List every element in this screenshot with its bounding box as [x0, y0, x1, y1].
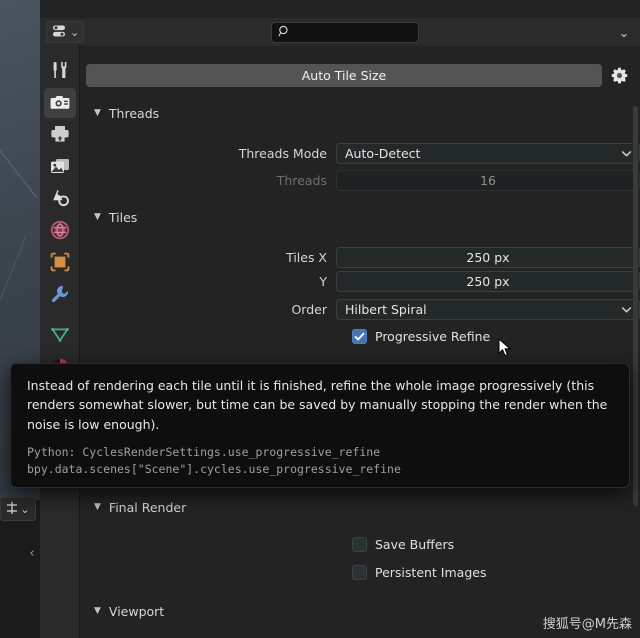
tool-icon — [50, 60, 70, 83]
number-tiles-x[interactable]: 250 px — [336, 246, 640, 268]
panel-header-tiles[interactable]: ▼ Tiles — [94, 210, 137, 225]
tab-divider — [40, 312, 79, 321]
search-icon — [278, 25, 291, 41]
value-threads-mode: Auto-Detect — [345, 145, 421, 161]
sidebar-item-object[interactable] — [44, 248, 76, 278]
checkbox-row-save-buffers[interactable]: Save Buffers — [352, 537, 454, 552]
mesh-data-icon — [50, 327, 70, 346]
sidebar-item-render[interactable] — [43, 88, 76, 118]
triangle-down-icon: ▼ — [94, 212, 101, 222]
properties-editor-icon — [52, 24, 67, 41]
chevron-down-icon — [621, 302, 632, 317]
transform-orientation-icon — [6, 501, 18, 518]
sidebar-item-world[interactable] — [44, 216, 76, 246]
label-tiles-x: Tiles X — [286, 249, 327, 265]
panel-title-final-render: Final Render — [108, 500, 187, 515]
row-tiles-y: Y 250 px — [94, 270, 640, 292]
sidebar-item-scene[interactable] — [44, 184, 76, 214]
label-save-buffers: Save Buffers — [375, 537, 455, 552]
label-tile-order: Order — [291, 301, 327, 317]
panel-title-tiles: Tiles — [108, 210, 138, 225]
row-threads-count: Threads 16 — [94, 169, 640, 191]
properties-tab-column — [40, 46, 80, 638]
number-tiles-y[interactable]: 250 px — [336, 270, 640, 292]
auto-tile-size-row: Auto Tile Size — [86, 64, 632, 87]
sidebar-item-view-layer[interactable] — [44, 152, 76, 182]
sidebar-item-tool[interactable] — [44, 56, 76, 86]
label-progressive-refine: Progressive Refine — [375, 329, 491, 344]
row-tiles-x: Tiles X 250 px — [94, 246, 640, 268]
chevron-down-icon: ⌄ — [20, 502, 30, 516]
editor-top-padding — [40, 0, 640, 18]
label-threads-mode: Threads Mode — [238, 145, 327, 161]
label-threads-count: Threads — [276, 172, 327, 188]
object-icon — [50, 252, 70, 275]
row-tile-order: Order Hilbert Spiral — [94, 298, 640, 320]
checkbox-progressive-refine[interactable] — [352, 329, 367, 344]
label-persistent-images: Persistent Images — [375, 565, 487, 580]
checkbox-row-persistent-images[interactable]: Persistent Images — [352, 565, 486, 580]
checkbox-persistent-images[interactable] — [352, 565, 367, 580]
tooltip-python-datapath: bpy.data.scenes["Scene"].cycles.use_prog… — [27, 462, 401, 477]
triangle-down-icon: ▼ — [94, 606, 101, 616]
panel-title-threads: Threads — [108, 106, 160, 121]
panel-header-final-render[interactable]: ▼ Final Render — [94, 500, 186, 515]
viewport-edge-line-secondary — [0, 235, 27, 301]
properties-editor: ⌄ ⌄ Auto Tile Size ▼ Threads Threads Mod… — [40, 0, 640, 638]
world-icon — [50, 220, 70, 243]
value-tiles-x: 250 px — [466, 249, 510, 265]
row-threads-mode: Threads Mode Auto-Detect — [94, 142, 640, 164]
checkbox-row-progressive-refine[interactable]: Progressive Refine — [352, 329, 490, 344]
value-threads-count: 16 — [480, 172, 496, 188]
panel-header-threads[interactable]: ▼ Threads — [94, 106, 159, 121]
sidebar-item-output[interactable] — [44, 120, 76, 150]
value-tile-order: Hilbert Spiral — [345, 301, 427, 317]
value-tiles-y: 250 px — [466, 273, 510, 289]
tooltip: Instead of rendering each tile until it … — [10, 363, 630, 488]
triangle-down-icon: ▼ — [94, 108, 101, 118]
header-menu-chevron[interactable]: ⌄ — [613, 22, 635, 43]
gear-icon[interactable] — [606, 64, 632, 87]
editor-type-selector[interactable]: ⌄ — [46, 21, 85, 43]
wrench-icon — [50, 284, 70, 307]
scene-cone-icon — [50, 188, 70, 210]
dropdown-tile-order[interactable]: Hilbert Spiral — [336, 298, 640, 320]
label-tiles-y: Y — [319, 273, 327, 289]
mouse-cursor — [498, 337, 512, 358]
chevron-down-icon: ⌄ — [70, 25, 80, 39]
checkbox-save-buffers[interactable] — [352, 537, 367, 552]
auto-tile-size-button[interactable]: Auto Tile Size — [86, 64, 602, 87]
printer-icon — [50, 125, 70, 146]
camera-back-icon — [50, 93, 70, 114]
properties-scrollbar[interactable] — [633, 106, 638, 506]
tooltip-description: Instead of rendering each tile until it … — [27, 378, 608, 432]
panel-title-viewport: Viewport — [108, 604, 165, 619]
viewport-edge-line — [0, 150, 38, 199]
tooltip-python-path: Python: CyclesRenderSettings.use_progres… — [27, 445, 381, 460]
sidebar-item-modifiers[interactable] — [44, 280, 76, 310]
images-icon — [50, 157, 70, 178]
number-threads-count: 16 — [336, 169, 640, 191]
watermark: 搜狐号@M先森 — [542, 617, 632, 632]
transform-orientation-dropdown[interactable]: ⌄ — [0, 497, 36, 521]
chevron-down-icon — [621, 146, 632, 161]
panel-header-viewport[interactable]: ▼ Viewport — [94, 604, 164, 619]
search-input[interactable] — [271, 22, 419, 43]
sidebar-collapse-arrow[interactable]: ‹ — [24, 540, 40, 566]
dropdown-threads-mode[interactable]: Auto-Detect — [336, 142, 640, 164]
properties-header: ⌄ ⌄ — [40, 18, 640, 47]
triangle-down-icon: ▼ — [94, 502, 101, 512]
sidebar-item-object-data[interactable] — [44, 321, 76, 351]
properties-content: Auto Tile Size ▼ Threads Threads Mode Au… — [80, 46, 640, 638]
